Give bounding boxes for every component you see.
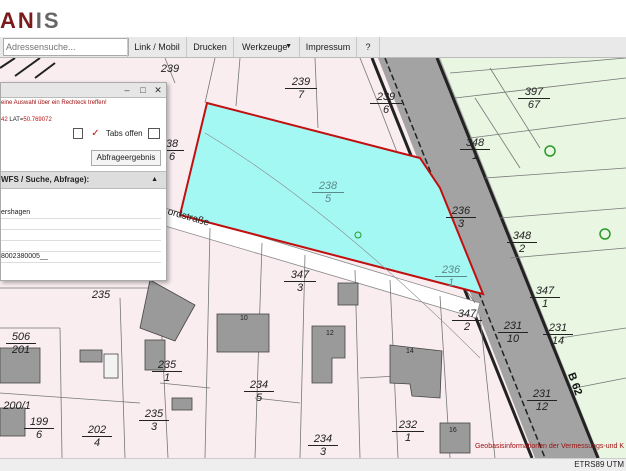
- parcel-label: 347 1: [530, 285, 560, 310]
- parcel-label: 348 2: [507, 230, 537, 255]
- maximize-icon[interactable]: □: [137, 83, 149, 97]
- parcel-label: 234 3: [308, 433, 338, 458]
- parcel-label: 348 1: [460, 137, 490, 162]
- main-toolbar: Link / Mobil Drucken Werkzeuge▼ Impressu…: [0, 37, 626, 58]
- query-result-button[interactable]: Abfrageergebnis: [91, 150, 161, 166]
- parcel-label: 200/1: [3, 400, 31, 412]
- list-icon[interactable]: [73, 128, 83, 140]
- checkmark-icon[interactable]: ✓: [91, 128, 99, 139]
- coordinate-readout: 42 LAT=50.769072: [1, 117, 52, 123]
- parcel-label: 347 3: [284, 269, 316, 294]
- tabs-row: ✓ Tabs offen: [73, 128, 160, 140]
- status-bar: ETRS89 UTM: [0, 458, 626, 471]
- map-attribution-link[interactable]: Geobasisinformationen der Vermessungs-un…: [475, 443, 624, 450]
- parcel-label: 235 3: [139, 408, 169, 433]
- parcel-label: 347 2: [452, 308, 482, 333]
- result-row: ershagen: [1, 208, 161, 219]
- result-row: [1, 230, 161, 241]
- parcel-label: 231 12: [527, 388, 557, 413]
- close-icon[interactable]: ✕: [152, 83, 164, 97]
- address-search-input[interactable]: [3, 38, 129, 56]
- parcel-label: 238 5: [312, 180, 344, 205]
- parcel-label: 506 201: [6, 331, 36, 356]
- parcel-label: 231 14: [543, 322, 573, 347]
- hatch-pattern: [0, 58, 56, 79]
- app-header: ANIS: [0, 0, 626, 37]
- building-number: 14: [406, 348, 414, 355]
- parcel-label: 236 1: [435, 264, 467, 289]
- building-number: 12: [326, 330, 334, 337]
- print-button[interactable]: Drucken: [186, 37, 233, 57]
- parcel-label: 239 6: [370, 91, 402, 116]
- app-logo: ANIS: [0, 8, 61, 33]
- panel-titlebar[interactable]: – □ ✕: [1, 83, 166, 98]
- parcel-label: 236 3: [446, 205, 476, 230]
- minimize-icon[interactable]: –: [121, 83, 133, 97]
- table-icon[interactable]: [147, 128, 160, 140]
- wfs-section-header[interactable]: WFS / Suche, Abfrage): ▲: [1, 171, 166, 189]
- result-row: [1, 241, 161, 252]
- parcel-label: 397 67: [518, 86, 550, 111]
- tabs-open-label[interactable]: Tabs offen: [106, 129, 143, 138]
- selection-hint: eine Auswahl über ein Rechteck treffen!: [1, 100, 107, 106]
- collapse-arrow-icon[interactable]: ▲: [151, 172, 158, 188]
- parcel-label: 202 4: [82, 424, 112, 449]
- help-button[interactable]: ?: [356, 37, 380, 57]
- building-number: 16: [449, 427, 457, 434]
- parcel-label: 239: [160, 63, 180, 75]
- result-row: 8002380005__: [1, 252, 161, 263]
- tools-menu[interactable]: Werkzeuge ▼: [233, 37, 298, 57]
- parcel-label: 234 5: [244, 379, 274, 404]
- crs-label: ETRS89 UTM: [574, 460, 624, 469]
- parcel-label: 199 6: [24, 416, 54, 441]
- parcel-label: 231 10: [498, 320, 528, 345]
- parcel-label: 232 1: [392, 419, 424, 444]
- parcel-label: 235: [91, 289, 111, 301]
- parcel-label: 235 1: [152, 359, 182, 384]
- building-number: 10: [240, 315, 248, 322]
- query-panel[interactable]: – □ ✕ eine Auswahl über ein Rechteck tre…: [0, 82, 167, 281]
- result-row: [1, 219, 161, 230]
- parcel-label: 239 7: [285, 76, 317, 101]
- dropdown-arrow-icon: ▼: [285, 43, 292, 50]
- impressum-button[interactable]: Impressum: [299, 37, 356, 57]
- link-mobil-button[interactable]: Link / Mobil: [127, 37, 186, 57]
